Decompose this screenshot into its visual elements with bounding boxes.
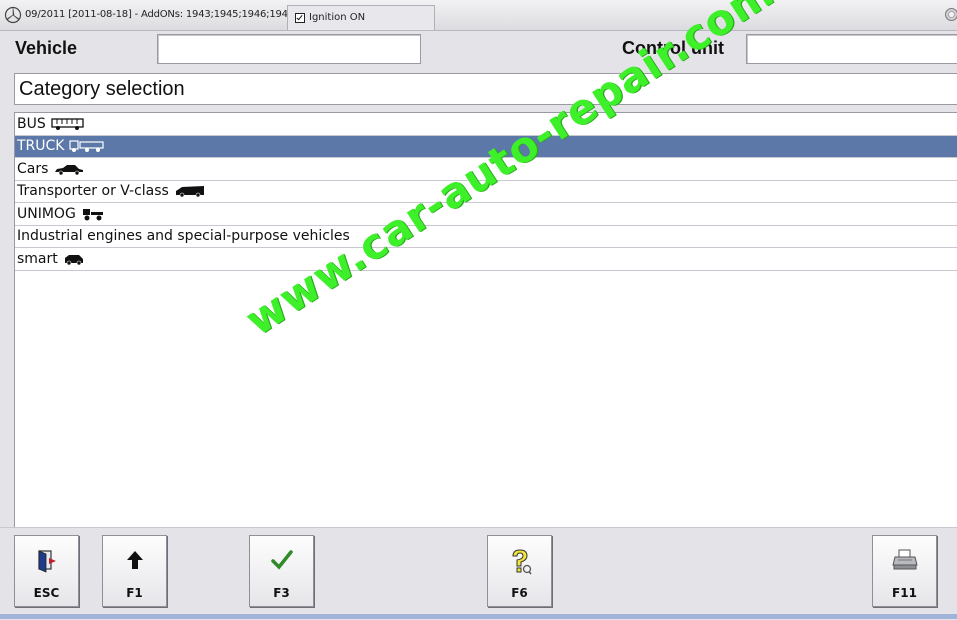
ignition-status: Ignition ON: [287, 5, 435, 30]
function-key-toolbar: ESC F1 F3 F6 F11: [0, 527, 957, 620]
list-item-smart[interactable]: smart: [15, 248, 957, 271]
unimog-icon: [81, 207, 105, 221]
list-item-bus[interactable]: BUS: [15, 113, 957, 136]
vehicle-label: Vehicle: [15, 38, 77, 59]
checkmark-icon: [271, 549, 293, 571]
esc-button[interactable]: ESC: [14, 535, 79, 607]
f11-button[interactable]: F11: [872, 535, 937, 607]
bus-icon: [51, 117, 85, 131]
f3-button[interactable]: F3: [249, 535, 314, 607]
top-status-bar: 09/2011 [2011-08-18] - AddONs: 1943;1945…: [0, 0, 957, 31]
exit-door-icon: [36, 549, 58, 573]
status-indicator-icon: [944, 7, 957, 22]
help-question-icon: [508, 549, 532, 575]
category-header: Category selection: [14, 73, 957, 105]
mercedes-star-icon: [4, 6, 22, 24]
ignition-label: Ignition ON: [309, 12, 365, 23]
list-item-industrial-engines[interactable]: Industrial engines and special-purpose v…: [15, 226, 957, 249]
vehicle-field[interactable]: [157, 34, 421, 64]
printer-icon: [892, 549, 918, 571]
arrow-up-icon: [125, 549, 145, 571]
truck-icon: [69, 139, 105, 153]
bottom-border: [0, 614, 957, 619]
f1-button[interactable]: F1: [102, 535, 167, 607]
van-icon: [174, 184, 206, 198]
control-unit-field[interactable]: [746, 34, 957, 64]
smart-car-icon: [63, 252, 85, 266]
ignition-checkbox: [295, 13, 305, 23]
car-icon: [53, 162, 85, 176]
version-info: 09/2011 [2011-08-18] - AddONs: 1943;1945…: [25, 9, 294, 20]
f6-button[interactable]: F6: [487, 535, 552, 607]
main-panel: Vehicle Control unit Category selection …: [0, 31, 957, 527]
category-title: Category selection: [19, 78, 185, 101]
list-item-unimog[interactable]: UNIMOG: [15, 203, 957, 226]
